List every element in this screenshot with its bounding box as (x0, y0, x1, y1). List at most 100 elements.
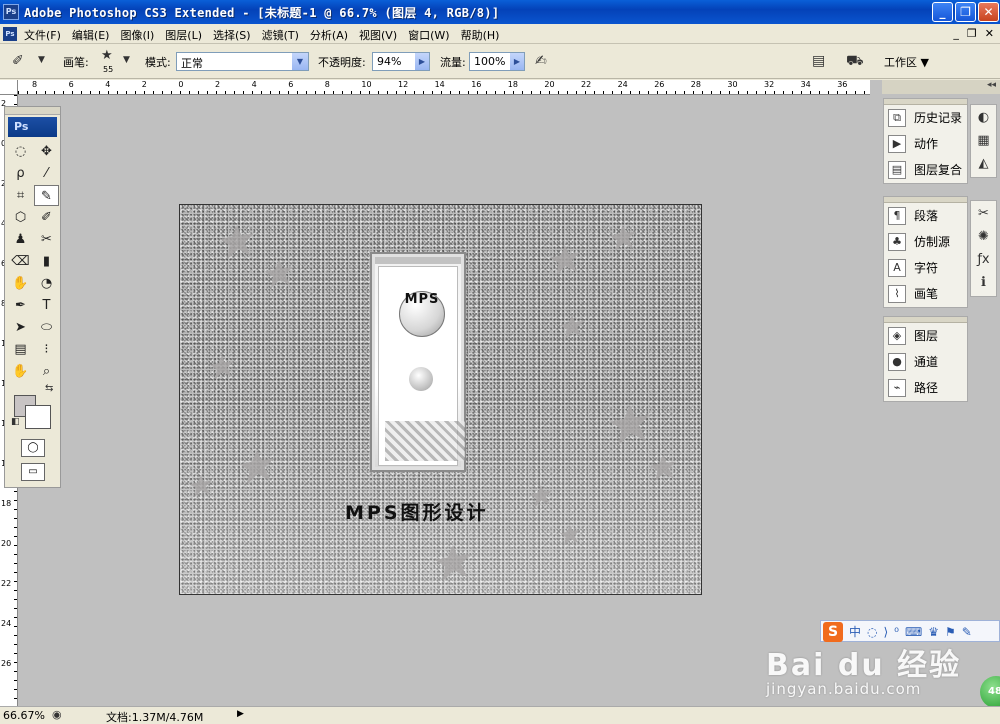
photoshop-logo[interactable]: Ps (8, 117, 57, 137)
menu-item[interactable]: 选择(S) (213, 27, 251, 43)
brush-size: 55 (103, 65, 114, 74)
vertical-card: MPS (370, 252, 466, 472)
menu-item[interactable]: 窗口(W) (408, 27, 449, 43)
document-canvas[interactable]: MPS MPS图形设计 (179, 204, 702, 595)
status-menu-arrow-icon[interactable]: ▶ (237, 709, 244, 719)
horizontal-ruler[interactable]: 8 6 4 2 0 2 4 6 8 10 12 14 16 18 20 22 24 26 28 30 32 34 36 (18, 80, 870, 95)
bridge-icon[interactable]: ⛟ (846, 53, 864, 71)
ruler-origin[interactable] (0, 80, 18, 95)
minimize-button[interactable]: _ (932, 2, 953, 22)
tool-button[interactable]: ✂ (34, 229, 59, 250)
menu-item[interactable]: 图像(I) (120, 27, 154, 43)
flow-slider-arrow-icon[interactable]: ▶ (510, 53, 524, 70)
status-info-icon[interactable]: ◉ (52, 708, 62, 721)
tool-button[interactable]: ⌫ (8, 251, 33, 272)
menu-item[interactable]: 滤镜(T) (262, 27, 299, 43)
palette-well-icon[interactable]: ▤ (812, 53, 825, 69)
ime-tray-icons[interactable]: 中◌⟩⁰⌨♛⚑✎ (849, 623, 978, 640)
tool-button[interactable]: ⌗ (8, 185, 33, 206)
swap-colors-icon[interactable]: ⇆ (45, 383, 53, 394)
panel-shortcut-icon[interactable]: ✺ (974, 227, 994, 247)
zoom-level[interactable]: 66.67% (3, 709, 45, 722)
panel-icon: ♣ (888, 233, 906, 251)
tool-button[interactable]: ▮ (34, 251, 59, 272)
menu-item[interactable]: 视图(V) (359, 27, 397, 43)
document-workspace[interactable]: 8642024681012141618202224262830323436 20… (0, 80, 870, 706)
ruler-tick-label: 10 (361, 80, 372, 89)
panel-tab[interactable]: ● 通道 (884, 349, 967, 375)
tool-button[interactable]: ⬡ (8, 207, 33, 228)
panel-shortcut-icon[interactable]: ◐ (974, 108, 994, 128)
panel-tab[interactable]: ⌇ 画笔 (884, 281, 967, 307)
panel-shortcut-icon[interactable]: ℹ (974, 273, 994, 293)
tool-button[interactable]: ➤ (8, 317, 33, 338)
tool-button[interactable]: ✥ (34, 141, 59, 162)
preset-dropdown-icon[interactable]: ▼ (38, 55, 45, 65)
default-colors-icon[interactable]: ◧ (11, 417, 20, 427)
tool-button[interactable]: ✋ (8, 273, 33, 294)
workspace-menu[interactable]: 工作区 ▼ (884, 54, 929, 70)
flow-field[interactable]: 100% ▶ (469, 52, 525, 71)
tool-button[interactable]: T (34, 295, 59, 316)
leaf-shape (560, 315, 584, 339)
tool-button[interactable]: ✎ (34, 185, 59, 206)
brush-tool-preset-icon[interactable]: ✐ (12, 53, 24, 69)
panel-label: 段落 (914, 209, 939, 223)
tool-button[interactable]: ρ (8, 163, 33, 184)
panel-shortcut-icon[interactable]: ◭ (974, 154, 994, 174)
panel-shortcut-icon[interactable]: ƒx (974, 250, 994, 270)
doc-close-button[interactable]: ✕ (985, 27, 994, 40)
airbrush-icon[interactable]: ✍ (535, 53, 547, 69)
tool-button[interactable]: ✋ (8, 361, 33, 382)
doc-restore-button[interactable]: ❐ (967, 27, 977, 40)
tool-button[interactable]: ⌕ (34, 361, 59, 382)
panel-tab[interactable]: ▤ 图层复合 (884, 157, 967, 183)
panel-label: 历史记录 (914, 111, 963, 125)
tool-button[interactable]: ▤ (8, 339, 33, 360)
toolbox-grip[interactable] (5, 107, 60, 115)
opacity-slider-arrow-icon[interactable]: ▶ (415, 53, 429, 70)
tool-button[interactable]: ✐ (34, 207, 59, 228)
panel-tab[interactable]: ⌁ 路径 (884, 375, 967, 401)
document-icon[interactable]: Ps (3, 27, 17, 41)
ruler-tick-label: 28 (690, 80, 701, 89)
doc-minimize-button[interactable]: _ (953, 27, 959, 40)
menu-item[interactable]: 文件(F) (24, 27, 61, 43)
ruler-tick-label: 8 (32, 80, 38, 89)
mode-value: 正常 (181, 57, 203, 70)
screen-mode-button[interactable]: ▭ (21, 463, 45, 481)
panel-tab[interactable]: ⧉ 历史记录 (884, 105, 967, 131)
photoshop-app-icon[interactable]: Ps (3, 4, 19, 20)
menu-item[interactable]: 图层(L) (165, 27, 202, 43)
panel-tab[interactable]: ◈ 图层 (884, 323, 967, 349)
close-button[interactable]: ✕ (978, 2, 999, 22)
ruler-tick-label: 16 (471, 80, 482, 89)
menu-item[interactable]: 帮助(H) (461, 27, 500, 43)
tool-button[interactable]: ⁄ (34, 163, 59, 184)
opacity-field[interactable]: 94% ▶ (372, 52, 430, 71)
tool-button[interactable]: ✒ (8, 295, 33, 316)
tool-button[interactable]: ♟ (8, 229, 33, 250)
menu-item[interactable]: 分析(A) (310, 27, 348, 43)
panel-tab[interactable]: A 字符 (884, 255, 967, 281)
background-color-swatch[interactable] (25, 405, 51, 429)
panel-tab[interactable]: ▶ 动作 (884, 131, 967, 157)
tool-button[interactable]: ⬭ (34, 317, 59, 338)
brush-star-icon[interactable]: ★ (101, 48, 113, 63)
tool-button[interactable]: ◔ (34, 273, 59, 294)
quick-mask-button[interactable]: ◯ (21, 439, 45, 457)
tool-button[interactable]: ⁝ (34, 339, 59, 360)
panel-tab[interactable]: ¶ 段落 (884, 203, 967, 229)
brush-dropdown-icon[interactable]: ▼ (123, 55, 130, 65)
sogou-ime-icon[interactable]: S (823, 622, 843, 642)
mode-select[interactable]: 正常 ▼ (176, 52, 309, 71)
panel-shortcut-icon[interactable]: ✂ (974, 204, 994, 224)
ruler-tick-label: 34 (800, 80, 811, 89)
restore-button[interactable]: ❐ (955, 2, 976, 22)
ruler-tick-label: 6 (68, 80, 74, 89)
tool-button[interactable]: ◌ (8, 141, 33, 162)
panel-shortcut-icon[interactable]: ▦ (974, 131, 994, 151)
panel-tab[interactable]: ♣ 仿制源 (884, 229, 967, 255)
menu-item[interactable]: 编辑(E) (72, 27, 110, 43)
collapse-dock-icon[interactable]: ◂◂ (987, 80, 996, 90)
